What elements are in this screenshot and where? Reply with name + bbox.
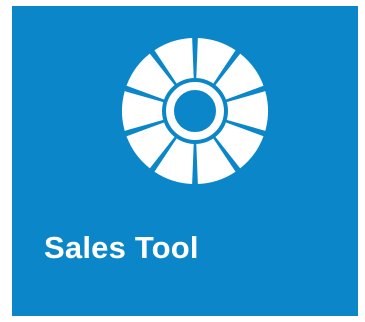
segmented-ring-icon (120, 36, 270, 186)
tile-title: Sales Tool (44, 230, 199, 265)
sales-tool-tile[interactable]: Sales Tool (12, 6, 358, 316)
